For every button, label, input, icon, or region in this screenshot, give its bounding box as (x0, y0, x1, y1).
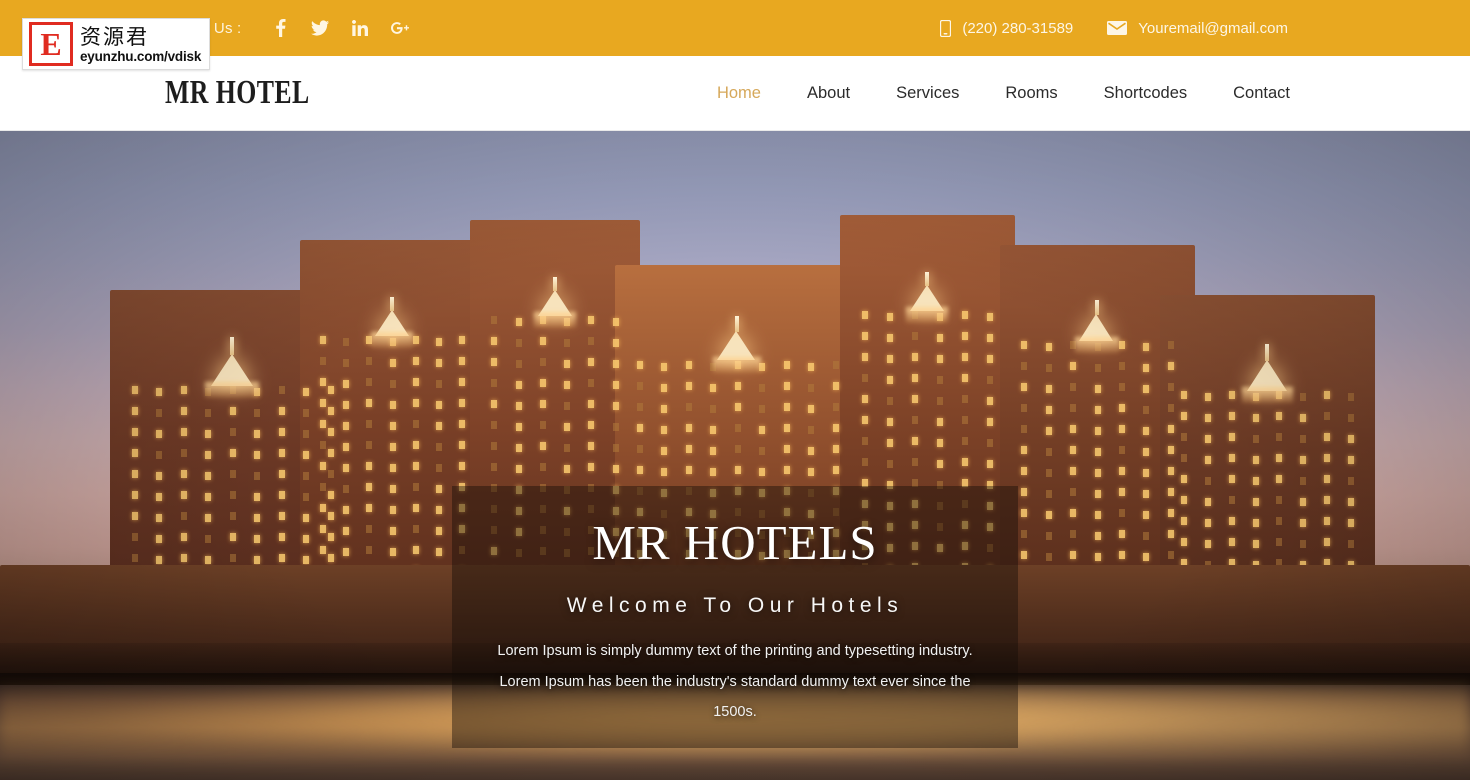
email-address: Youremail@gmail.com (1138, 20, 1288, 37)
facebook-icon[interactable] (271, 18, 289, 38)
nav-item-shortcodes[interactable]: Shortcodes (1104, 84, 1187, 103)
top-bar: Follow Us : (220 (0, 0, 1470, 56)
social-links (271, 18, 409, 38)
mobile-phone-icon (940, 20, 951, 37)
phone-number: (220) 280-31589 (962, 20, 1073, 37)
phone-contact[interactable]: (220) 280-31589 (940, 20, 1073, 37)
top-bar-contact: (220) 280-31589 Youremail@gmail.com (940, 20, 1288, 37)
googleplus-icon[interactable] (391, 18, 409, 38)
nav-item-services[interactable]: Services (896, 84, 959, 103)
site-logo[interactable]: MR HOTEL (165, 74, 310, 112)
twitter-icon[interactable] (311, 18, 329, 38)
email-contact[interactable]: Youremail@gmail.com (1107, 20, 1288, 37)
nav-item-rooms[interactable]: Rooms (1005, 84, 1057, 103)
main-navigation-bar: MR HOTEL Home About Services Rooms Short… (0, 56, 1470, 131)
nav-links: Home About Services Rooms Shortcodes Con… (717, 84, 1290, 103)
nav-item-contact[interactable]: Contact (1233, 84, 1290, 103)
hero-content: MR HOTELS Welcome To Our Hotels Lorem Ip… (0, 486, 1470, 728)
watermark-text: 资源君 eyunzhu.com/vdisk (80, 25, 201, 64)
nav-item-home[interactable]: Home (717, 84, 761, 103)
watermark-badge: E 资源君 eyunzhu.com/vdisk (22, 18, 210, 70)
watermark-logo-icon: E (29, 22, 73, 66)
watermark-brand-name: 资源君 (80, 25, 201, 49)
linkedin-icon[interactable] (351, 18, 369, 38)
page-root: Follow Us : (220 (0, 0, 1470, 780)
hero-title: MR HOTELS (592, 518, 877, 567)
watermark-url: eyunzhu.com/vdisk (80, 49, 201, 64)
envelope-icon (1107, 21, 1127, 35)
hero-description: Lorem Ipsum is simply dummy text of the … (485, 636, 985, 728)
hero-subtitle: Welcome To Our Hotels (567, 594, 903, 618)
hero-banner: MR HOTELS Welcome To Our Hotels Lorem Ip… (0, 131, 1470, 780)
nav-item-about[interactable]: About (807, 84, 850, 103)
